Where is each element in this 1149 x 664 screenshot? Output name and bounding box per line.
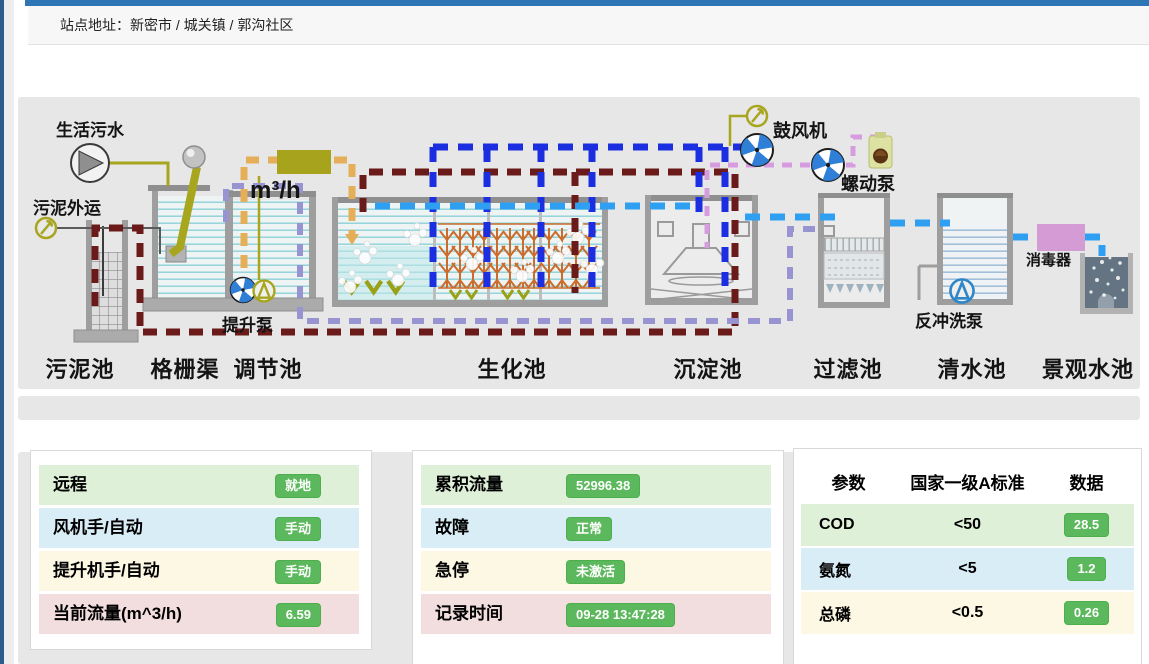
row-remote: 远程 就地 <box>39 465 359 505</box>
total-flow-badge[interactable]: 52996.38 <box>566 474 640 498</box>
dosing-beaker-icon <box>869 132 892 168</box>
row-estop: 急停 未激活 <box>421 551 771 591</box>
filter-tank <box>818 193 890 308</box>
dosing-fan-icon <box>812 149 844 181</box>
label-disinfector: 消毒器 <box>1026 249 1071 270</box>
row-fan-mode: 风机手/自动 手动 <box>39 508 359 548</box>
stage-label-clear-water-pool: 清水池 <box>917 352 1027 384</box>
lift-mode-badge[interactable]: 手动 <box>275 560 321 584</box>
sludge-tank <box>74 220 138 342</box>
stage-label-sludge-pool: 污泥池 <box>25 352 135 384</box>
disinfector-box-icon <box>1037 224 1085 251</box>
water-quality-panel: 参数 国家一级A标准 数据 COD <50 28.5 氨氮 <5 1.2 总磷 … <box>793 448 1142 664</box>
status-panel: 累积流量 52996.38 故障 正常 急停 未激活 记录时间 09-28 13… <box>412 450 784 664</box>
sludge-valve-icon <box>36 218 56 238</box>
left-gutter <box>4 0 14 664</box>
site-address: 站点地址：新密市 / 城关镇 / 郭沟社区 <box>28 6 1149 45</box>
row-fan-mode-label: 风机手/自动 <box>39 518 143 537</box>
row-record-time-label: 记录时间 <box>421 604 503 623</box>
row-record-time: 记录时间 09-28 13:47:28 <box>421 594 771 634</box>
cod-param: COD <box>801 516 896 534</box>
row-estop-label: 急停 <box>421 561 469 580</box>
label-backwash-pump: 反冲洗泵 <box>915 307 983 332</box>
row-lift-mode-label: 提升机手/自动 <box>39 561 160 580</box>
blower-valve-icon <box>747 106 767 126</box>
landscape-pool <box>1080 253 1133 314</box>
quality-row-ammonia: 氨氮 <5 1.2 <box>801 548 1134 590</box>
row-current-flow: 当前流量(m^3/h) 6.59 <box>39 594 359 634</box>
screen-sphere-icon <box>183 146 205 168</box>
label-blower: 鼓风机 <box>773 117 827 143</box>
header-standard: 国家一级A标准 <box>896 469 1039 494</box>
quality-row-phosphorus: 总磷 <0.5 0.26 <box>801 592 1134 634</box>
inflow-pump-icon <box>71 144 109 182</box>
process-flow-diagram: 生活污水 污泥外运 提升泵 m³/h 鼓风机 螺动泵 消毒器 反冲洗泵 污泥池 … <box>18 97 1140 389</box>
ammonia-param: 氨氮 <box>801 557 896 581</box>
diagram-lower-strip <box>18 396 1140 420</box>
ammonia-standard: <5 <box>896 560 1039 578</box>
biochemical-tank <box>332 197 608 307</box>
header-parameter: 参数 <box>801 469 896 494</box>
row-fault-label: 故障 <box>421 518 469 537</box>
cod-value-badge[interactable]: 28.5 <box>1064 513 1109 537</box>
fault-status-badge[interactable]: 正常 <box>566 517 612 541</box>
stage-label-sedimentation-pool: 沉淀池 <box>653 352 763 384</box>
label-sludge-out: 污泥外运 <box>33 194 101 219</box>
backwash-pump-icon <box>950 279 973 302</box>
row-total-flow: 累积流量 52996.38 <box>421 465 771 505</box>
estop-status-badge[interactable]: 未激活 <box>566 560 625 584</box>
record-time-badge[interactable]: 09-28 13:47:28 <box>566 603 675 627</box>
flow-meter-icon <box>277 150 331 174</box>
label-dosing-pump: 螺动泵 <box>841 170 895 196</box>
scada-page: 站点地址：新密市 / 城关镇 / 郭沟社区 <box>0 0 1149 664</box>
row-total-flow-label: 累积流量 <box>421 475 503 494</box>
row-lift-mode: 提升机手/自动 手动 <box>39 551 359 591</box>
stage-label-filter-pool: 过滤池 <box>793 352 903 384</box>
label-flow-unit: m³/h <box>250 177 301 205</box>
phosphorus-standard: <0.5 <box>896 604 1039 622</box>
stage-label-landscape-pool: 景观水池 <box>1023 352 1149 384</box>
inflow-pipe <box>108 163 168 186</box>
phosphorus-param: 总磷 <box>801 601 896 625</box>
control-panel: 远程 就地 风机手/自动 手动 提升机手/自动 手动 当前流量(m^3/h) 6… <box>30 450 372 650</box>
header-data: 数据 <box>1039 469 1134 494</box>
quality-table-header: 参数 国家一级A标准 数据 <box>801 469 1134 494</box>
row-fault: 故障 正常 <box>421 508 771 548</box>
process-flow-svg <box>18 97 1140 389</box>
ammonia-value-badge[interactable]: 1.2 <box>1067 557 1105 581</box>
cod-standard: <50 <box>896 516 1039 534</box>
fan-mode-badge[interactable]: 手动 <box>275 517 321 541</box>
remote-mode-badge[interactable]: 就地 <box>275 474 321 498</box>
lift-fan-icon <box>231 278 256 303</box>
sludge-out-pipe <box>56 228 160 254</box>
row-remote-label: 远程 <box>39 475 87 494</box>
lift-valve-icon <box>254 281 275 302</box>
quality-row-cod: COD <50 28.5 <box>801 504 1134 546</box>
label-lift-pump: 提升泵 <box>222 311 273 336</box>
current-flow-badge[interactable]: 6.59 <box>276 603 321 627</box>
blower-fan-icon <box>741 134 773 166</box>
stage-label-bio-pool: 生化池 <box>457 352 567 384</box>
stage-label-regulation-pool: 调节池 <box>213 352 323 384</box>
row-current-flow-label: 当前流量(m^3/h) <box>39 604 182 623</box>
label-domestic-sewage: 生活污水 <box>56 116 124 141</box>
phosphorus-value-badge[interactable]: 0.26 <box>1064 601 1109 625</box>
